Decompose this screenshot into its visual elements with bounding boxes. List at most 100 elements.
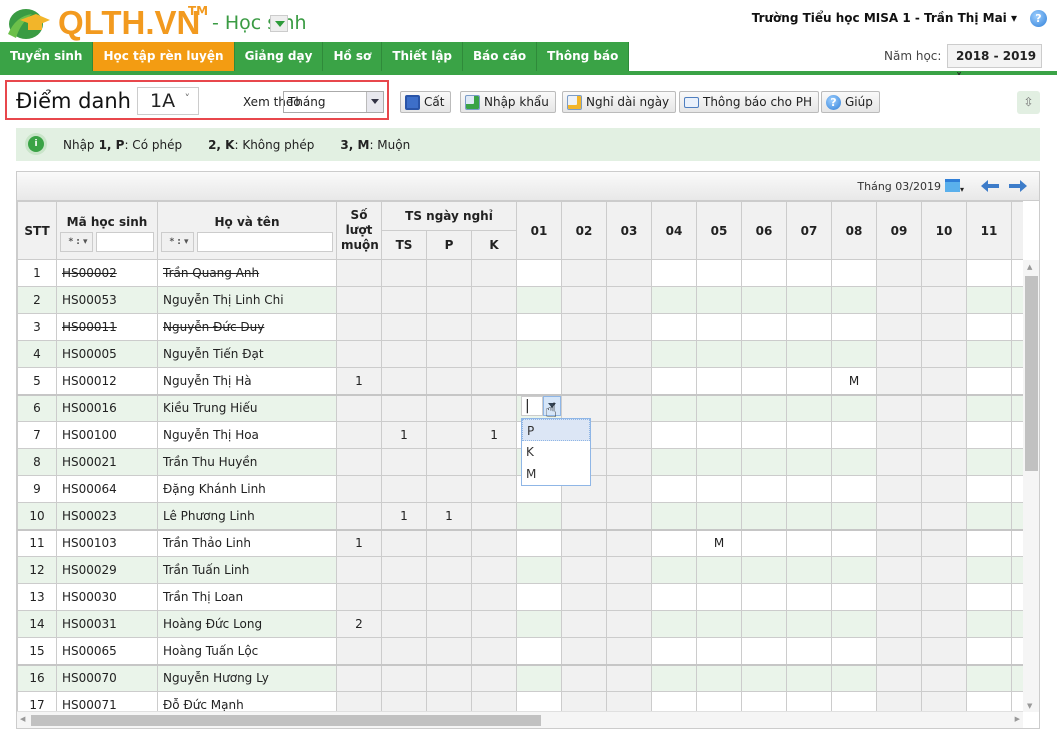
cell-day-09[interactable] (876, 448, 923, 476)
cell-day-07[interactable] (786, 475, 833, 503)
cell-day-10[interactable] (921, 367, 968, 396)
cell-day-05[interactable] (696, 691, 743, 711)
cell-day-09[interactable] (876, 529, 923, 557)
cell-day-09[interactable] (876, 475, 923, 503)
user-menu[interactable]: Trường Tiểu học MISA 1 - Trần Thị Mai ▾ (752, 11, 1017, 25)
code-filter-input[interactable] (96, 232, 154, 252)
cell-day-12[interactable] (1011, 529, 1023, 557)
cell-day-10[interactable] (921, 610, 968, 638)
cell-day-01[interactable] (516, 637, 563, 666)
cell-day-02[interactable] (561, 313, 608, 341)
cell-day-03[interactable] (606, 637, 653, 666)
cell-day-12[interactable] (1011, 475, 1023, 503)
cell-day-03[interactable] (606, 448, 653, 476)
cell-day-09[interactable] (876, 610, 923, 638)
nav-tab[interactable]: Tuyển sinh (0, 42, 94, 71)
cell-day-10[interactable] (921, 421, 968, 449)
cell-day-03[interactable] (606, 556, 653, 584)
cell-day-05[interactable] (696, 637, 743, 666)
cell-day-05[interactable] (696, 448, 743, 476)
cell-day-09[interactable] (876, 583, 923, 611)
cell-day-07[interactable] (786, 421, 833, 449)
cell-day-10[interactable] (921, 448, 968, 476)
cell-day-12[interactable] (1011, 610, 1023, 638)
cell-day-10[interactable] (921, 583, 968, 611)
table-row[interactable]: 14 HS00031 Hoàng Đức Long 2 (17, 610, 1023, 638)
header-day[interactable]: 07 (786, 201, 833, 260)
cell-day-10[interactable] (921, 475, 968, 503)
calendar-icon[interactable]: ▾ (945, 179, 969, 194)
cell-day-11[interactable] (966, 313, 1013, 341)
header-ts[interactable]: TS (381, 230, 427, 260)
cell-day-06[interactable] (741, 610, 788, 638)
cell-day-06[interactable] (741, 529, 788, 557)
cell-day-07[interactable] (786, 448, 833, 476)
cell-day-06[interactable] (741, 448, 788, 476)
cell-day-12[interactable] (1011, 448, 1023, 476)
cell-day-01[interactable] (516, 664, 563, 692)
cell-day-03[interactable] (606, 259, 653, 287)
cell-day-12[interactable] (1011, 664, 1023, 692)
cell-day-07[interactable] (786, 610, 833, 638)
table-row[interactable]: 13 HS00030 Trần Thị Loan (17, 583, 1023, 611)
cell-day-11[interactable] (966, 259, 1013, 287)
header-day[interactable]: 05 (696, 201, 743, 260)
cell-day-04[interactable] (651, 475, 698, 503)
cell-day-03[interactable] (606, 691, 653, 711)
cell-day-08[interactable] (831, 448, 878, 476)
cell-day-01[interactable] (516, 529, 563, 557)
cell-day-03[interactable] (606, 367, 653, 396)
cell-day-07[interactable] (786, 583, 833, 611)
vertical-scrollbar[interactable]: ▲ ▼ (1023, 260, 1039, 712)
cell-day-11[interactable] (966, 529, 1013, 557)
option-m[interactable]: M (522, 463, 590, 485)
cell-day-10[interactable] (921, 313, 968, 341)
save-button[interactable]: Cất (400, 91, 452, 113)
header-day[interactable]: 01 (516, 201, 563, 260)
cell-day-07[interactable] (786, 691, 833, 711)
cell-day-01[interactable] (516, 367, 563, 396)
header-late[interactable]: Số lượt muộn (336, 201, 382, 260)
cell-day-05[interactable] (696, 286, 743, 314)
cell-day-04[interactable] (651, 664, 698, 692)
cell-day-07[interactable] (786, 313, 833, 341)
cell-day-10[interactable] (921, 556, 968, 584)
cell-day-12[interactable] (1011, 556, 1023, 584)
cell-day-04[interactable] (651, 691, 698, 711)
cell-day-01[interactable] (516, 313, 563, 341)
cell-day-03[interactable] (606, 286, 653, 314)
cell-day-02[interactable] (561, 502, 608, 531)
cell-day-02[interactable] (561, 286, 608, 314)
header-name[interactable]: Họ và tên * : ▾ (157, 201, 337, 260)
cell-day-05[interactable] (696, 610, 743, 638)
cell-day-12[interactable] (1011, 394, 1023, 422)
cell-day-03[interactable] (606, 502, 653, 531)
cell-day-10[interactable] (921, 637, 968, 666)
cell-day-11[interactable] (966, 475, 1013, 503)
cell-day-11[interactable] (966, 367, 1013, 396)
cell-editor-input[interactable]: | (521, 396, 543, 416)
cell-day-08[interactable]: M (831, 367, 878, 396)
next-month-arrow-icon[interactable] (1009, 180, 1027, 192)
cell-day-07[interactable] (786, 394, 833, 422)
cell-day-07[interactable] (786, 556, 833, 584)
cell-day-09[interactable] (876, 394, 923, 422)
cell-day-11[interactable] (966, 448, 1013, 476)
cell-day-12[interactable] (1011, 313, 1023, 341)
cell-day-08[interactable] (831, 475, 878, 503)
cell-day-10[interactable] (921, 394, 968, 422)
cell-day-05[interactable] (696, 502, 743, 531)
cell-day-06[interactable] (741, 259, 788, 287)
table-row[interactable]: 12 HS00029 Trần Tuấn Linh (17, 556, 1023, 584)
cell-day-06[interactable] (741, 556, 788, 584)
table-row[interactable]: 10 HS00023 Lê Phương Linh 1 1 (17, 502, 1023, 531)
cell-day-05[interactable] (696, 556, 743, 584)
header-code[interactable]: Mã học sinh * : ▾ (56, 201, 158, 260)
cell-day-02[interactable] (561, 259, 608, 287)
table-row[interactable]: 15 HS00065 Hoàng Tuấn Lộc (17, 637, 1023, 666)
cell-day-04[interactable] (651, 502, 698, 531)
cell-day-10[interactable] (921, 529, 968, 557)
cell-day-08[interactable] (831, 610, 878, 638)
cell-day-04[interactable] (651, 529, 698, 557)
cell-day-05[interactable] (696, 421, 743, 449)
